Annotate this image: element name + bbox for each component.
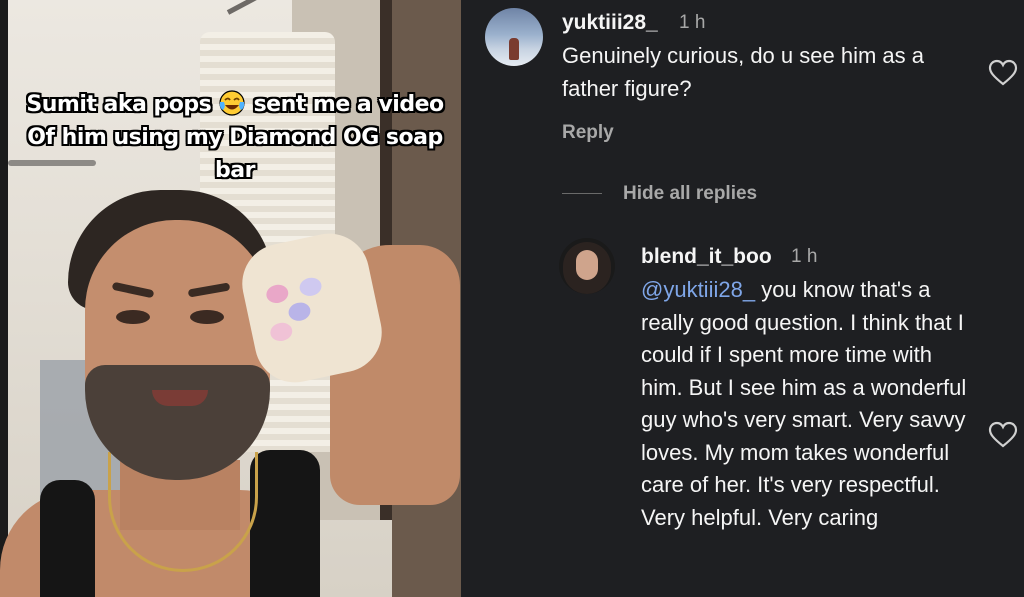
caption-line-2: Of him using my Diamond OG soap bar: [27, 125, 443, 183]
heart-icon[interactable]: [988, 59, 1018, 87]
caption-text: Sumit aka pops: [26, 92, 212, 117]
comments-panel: yuktiii28_ 1 h Genuinely curious, do u s…: [461, 0, 1024, 597]
avatar[interactable]: [559, 238, 615, 294]
tears-of-joy-emoji-icon: [219, 90, 246, 116]
soap-speck: [264, 282, 290, 305]
video-caption: Sumit aka pops sent me a video Of him us…: [20, 88, 450, 187]
reply-body: you know that's a really good question. …: [641, 277, 967, 530]
eye-right: [190, 310, 224, 324]
comment-text: Genuinely curious, do u see him as a fat…: [562, 43, 924, 101]
caption-line-1: Sumit aka pops sent me a video: [20, 88, 450, 121]
frame-edge: [0, 0, 8, 597]
divider-line: [562, 193, 602, 194]
caption-text: sent me a video: [253, 92, 445, 117]
hide-replies-button[interactable]: Hide all replies: [623, 183, 757, 205]
soap-speck: [268, 320, 294, 343]
reply-button[interactable]: Reply: [562, 122, 614, 144]
comment-username[interactable]: yuktiii28_: [562, 11, 658, 35]
soap-speck: [286, 300, 313, 323]
tank-top-strap-right: [250, 450, 320, 597]
video-frame[interactable]: Sumit aka pops sent me a video Of him us…: [0, 0, 461, 597]
avatar-face: [576, 250, 598, 280]
tank-top-strap-left: [40, 480, 95, 597]
soap-speck: [297, 275, 324, 298]
avatar[interactable]: [485, 8, 543, 66]
reply-time: 1 h: [791, 246, 818, 267]
comment-time: 1 h: [679, 12, 706, 33]
heart-icon[interactable]: [988, 421, 1018, 449]
reply-text: @yuktiii28_ you know that's a really goo…: [641, 274, 976, 534]
eye-left: [116, 310, 150, 324]
reply-username[interactable]: blend_it_boo: [641, 245, 772, 269]
mouth: [152, 390, 208, 406]
avatar-figure: [509, 38, 519, 60]
mention-link[interactable]: @yuktiii28_: [641, 277, 755, 302]
